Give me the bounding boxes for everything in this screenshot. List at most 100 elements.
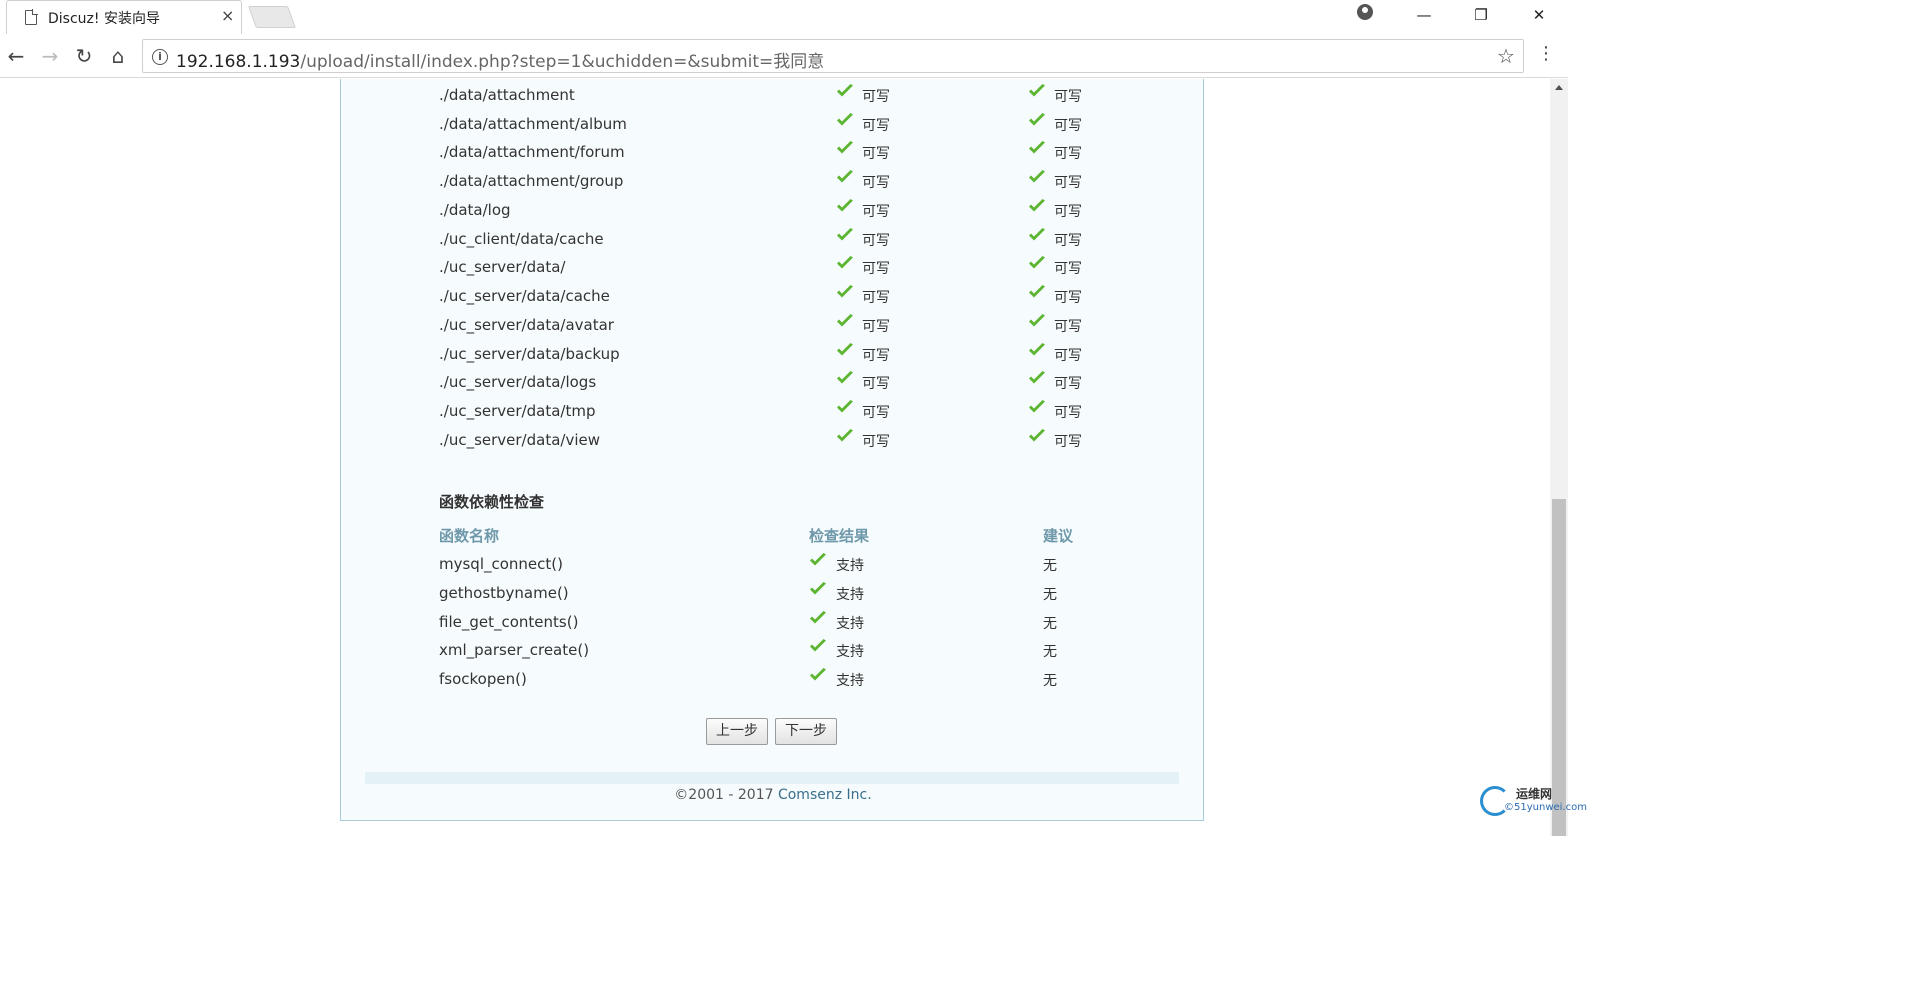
check-icon <box>1028 313 1046 328</box>
watermark-line2: ©51yunwei.com <box>1504 802 1587 813</box>
directory-path: ./uc_client/data/cache <box>439 229 604 248</box>
advice: 无 <box>1043 586 1057 603</box>
check-icon <box>836 256 854 270</box>
home-button[interactable]: ⌂ <box>106 44 130 68</box>
directory-path: ./uc_server/data/backup <box>439 344 620 363</box>
install-panel: ./data/threadcache可写可写./data/attachment可… <box>340 79 1204 821</box>
status-required: 可写 <box>1054 203 1082 220</box>
check-icon <box>836 313 854 328</box>
function-name: fsockopen() <box>439 670 527 688</box>
check-icon <box>836 198 854 213</box>
status-current: 可写 <box>862 203 890 220</box>
check-result: 支持 <box>836 558 864 574</box>
directory-path: ./data/log <box>439 200 511 219</box>
status-current: 可写 <box>862 318 890 335</box>
check-result: 支持 <box>836 615 864 632</box>
info-icon[interactable]: i <box>152 49 168 65</box>
forward-button[interactable]: → <box>38 44 62 68</box>
restore-button[interactable]: ❐ <box>1458 0 1504 30</box>
directory-path: ./data/attachment/album <box>439 114 627 133</box>
tab-close-icon[interactable]: × <box>221 7 234 25</box>
check-icon <box>836 83 854 98</box>
check-icon <box>1028 428 1046 443</box>
status-required: 可写 <box>1054 261 1082 278</box>
status-required: 可写 <box>1054 175 1082 191</box>
vertical-scrollbar[interactable] <box>1550 79 1568 836</box>
directory-path: ./uc_server/data/ <box>439 258 566 277</box>
tab-strip: Discuz! 安装向导 × — ❐ ✕ <box>0 0 1568 36</box>
url-host: 192.168.1.193 <box>176 52 301 72</box>
tab-title: Discuz! 安装向导 <box>48 11 160 27</box>
check-icon <box>809 639 827 653</box>
prev-step-button[interactable]: 上一步 <box>706 718 768 745</box>
status-current: 可写 <box>862 232 890 249</box>
status-current: 可写 <box>862 376 890 393</box>
status-required: 可写 <box>1054 88 1082 105</box>
reload-button[interactable]: ↻ <box>72 44 96 68</box>
status-required: 可写 <box>1054 232 1082 249</box>
check-result: 支持 <box>836 644 864 661</box>
directory-path: ./data/attachment/forum <box>439 143 625 162</box>
advice: 无 <box>1043 558 1057 574</box>
col-header-check-result: 检查结果 <box>809 527 870 545</box>
watermark-logo: 运维网 ©51yunwei.com <box>1480 783 1587 823</box>
company-link[interactable]: Comsenz Inc. <box>778 787 872 803</box>
status-required: 可写 <box>1054 376 1082 393</box>
url-text[interactable]: 192.168.1.193/upload/install/index.php?s… <box>176 47 824 72</box>
browser-menu-icon[interactable]: ⋮ <box>1537 43 1555 64</box>
address-bar[interactable]: i 192.168.1.193/upload/install/index.php… <box>142 39 1524 73</box>
scroll-up-arrow-icon[interactable] <box>1555 85 1563 90</box>
status-current: 可写 <box>862 405 890 421</box>
account-icon[interactable] <box>1357 4 1373 20</box>
page-viewport: ./data/threadcache可写可写./data/attachment可… <box>0 79 1568 836</box>
footer-divider <box>365 772 1179 784</box>
check-icon <box>809 668 827 682</box>
check-icon <box>836 141 854 155</box>
check-icon <box>809 553 827 567</box>
status-required: 可写 <box>1054 347 1082 364</box>
directory-path: ./uc_server/data/cache <box>439 287 610 305</box>
back-button[interactable]: ← <box>4 44 28 68</box>
browser-toolbar: ← → ↻ ⌂ i 192.168.1.193/upload/install/i… <box>0 36 1568 78</box>
check-icon <box>836 170 854 184</box>
check-icon <box>1028 198 1046 213</box>
status-required: 可写 <box>1054 433 1082 450</box>
copyright-text: ©2001 - 2017 <box>674 787 778 803</box>
check-icon <box>1028 227 1046 242</box>
check-icon <box>836 428 854 443</box>
status-required: 可写 <box>1054 146 1082 163</box>
check-icon <box>1028 112 1046 127</box>
status-required: 可写 <box>1054 405 1082 421</box>
check-icon <box>1028 371 1046 385</box>
col-header-function-name: 函数名称 <box>439 527 500 545</box>
status-current: 可写 <box>862 347 890 364</box>
new-tab-button[interactable] <box>247 6 297 28</box>
status-required: 可写 <box>1054 318 1082 335</box>
check-icon <box>1028 342 1046 357</box>
check-icon <box>1028 141 1046 155</box>
browser-tab-active[interactable]: Discuz! 安装向导 × <box>6 0 242 34</box>
status-current: 可写 <box>862 433 890 450</box>
status-current: 可写 <box>862 88 890 105</box>
col-header-advice: 建议 <box>1043 527 1074 545</box>
close-window-button[interactable]: ✕ <box>1516 0 1562 30</box>
url-path: /upload/install/index.php?step=1&uchidde… <box>300 52 825 72</box>
check-icon <box>809 581 827 596</box>
directory-path: ./data/attachment <box>439 85 575 104</box>
status-required: 可写 <box>1054 290 1082 306</box>
check-icon <box>1028 83 1046 98</box>
minimize-button[interactable]: — <box>1401 0 1447 30</box>
function-name: file_get_contents() <box>439 612 579 631</box>
watermark-line1: 运维网 <box>1516 787 1553 801</box>
check-icon <box>836 342 854 357</box>
next-step-button[interactable]: 下一步 <box>775 718 837 745</box>
bookmark-star-icon[interactable]: ☆ <box>1497 44 1515 68</box>
check-icon <box>1028 400 1046 414</box>
footer-copyright: ©2001 - 2017 Comsenz Inc. <box>341 787 1205 803</box>
status-current: 可写 <box>862 290 890 306</box>
check-icon <box>836 112 854 127</box>
function-name: xml_parser_create() <box>439 641 590 660</box>
check-icon <box>836 371 854 385</box>
check-icon <box>1028 170 1046 184</box>
directory-path: ./uc_server/data/tmp <box>439 402 596 420</box>
